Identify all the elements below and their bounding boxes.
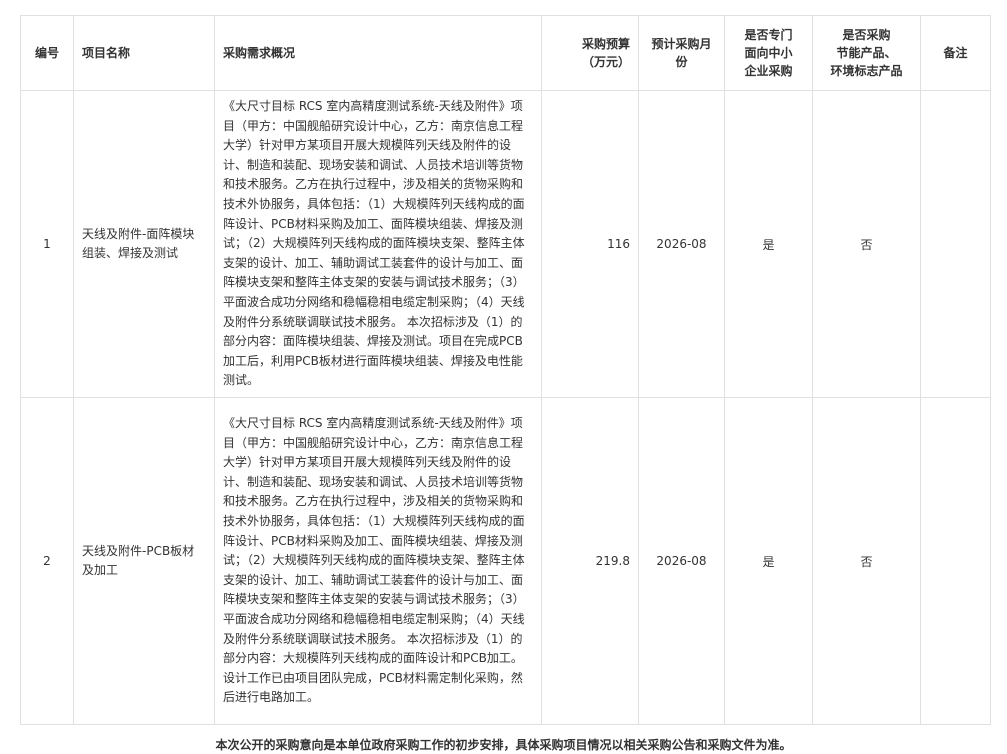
header-description: 采购需求概况 (214, 15, 542, 91)
header-note: 备注 (920, 15, 991, 91)
cell-note (920, 397, 991, 725)
cell-no: 2 (20, 397, 74, 725)
header-month: 预计采购月 份 (638, 15, 725, 91)
cell-budget: 116 (541, 90, 639, 398)
table-row: 1 天线及附件-面阵模块组装、焊接及测试 《大尺寸目标 RCS 室内高精度测试系… (20, 90, 991, 398)
cell-month: 2026-08 (638, 90, 725, 398)
header-budget-line-1: 采购预算 (581, 37, 630, 51)
header-project-name: 项目名称 (73, 15, 215, 91)
cell-sme: 是 (724, 90, 813, 398)
header-sme-line-2: 面向中小 (744, 46, 793, 60)
cell-sme: 是 (724, 397, 813, 725)
header-budget: 采购预算 （万元） (541, 15, 639, 91)
header-sme: 是否专门 面向中小 企业采购 (724, 15, 813, 91)
table-row: 2 天线及附件-PCB板材及加工 《大尺寸目标 RCS 室内高精度测试系统-天线… (20, 397, 991, 725)
cell-budget: 219.8 (541, 397, 639, 725)
cell-eco: 否 (812, 397, 921, 725)
header-eco: 是否采购 节能产品、 环境标志产品 (812, 15, 921, 91)
header-sme-line-3: 企业采购 (744, 64, 793, 78)
header-eco-line-2: 节能产品、 (836, 46, 897, 60)
header-no: 编号 (20, 15, 74, 91)
header-eco-line-3: 环境标志产品 (830, 64, 903, 78)
cell-no: 1 (20, 90, 74, 398)
cell-project-name: 天线及附件-PCB板材及加工 (73, 397, 215, 725)
header-eco-line-1: 是否采购 (842, 28, 891, 42)
header-budget-line-2: （万元） (581, 55, 630, 69)
header-month-line-2: 份 (675, 55, 688, 69)
header-month-line-1: 预计采购月 (651, 37, 712, 51)
table-header-row: 编号 项目名称 采购需求概况 采购预算 （万元） 预计采购月 份 是否专门 面向… (20, 15, 991, 91)
header-sme-line-1: 是否专门 (744, 28, 793, 42)
cell-description: 《大尺寸目标 RCS 室内高精度测试系统-天线及附件》项目（甲方：中国舰船研究设… (214, 90, 542, 398)
cell-project-name: 天线及附件-面阵模块组装、焊接及测试 (73, 90, 215, 398)
procurement-table: 编号 项目名称 采购需求概况 采购预算 （万元） 预计采购月 份 是否专门 面向… (20, 15, 991, 725)
cell-eco: 否 (812, 90, 921, 398)
cell-month: 2026-08 (638, 397, 725, 725)
cell-note (920, 90, 991, 398)
footer-note: 本次公开的采购意向是本单位政府采购工作的初步安排，具体采购项目情况以相关采购公告… (215, 738, 792, 752)
cell-description: 《大尺寸目标 RCS 室内高精度测试系统-天线及附件》项目（甲方：中国舰船研究设… (214, 397, 542, 725)
